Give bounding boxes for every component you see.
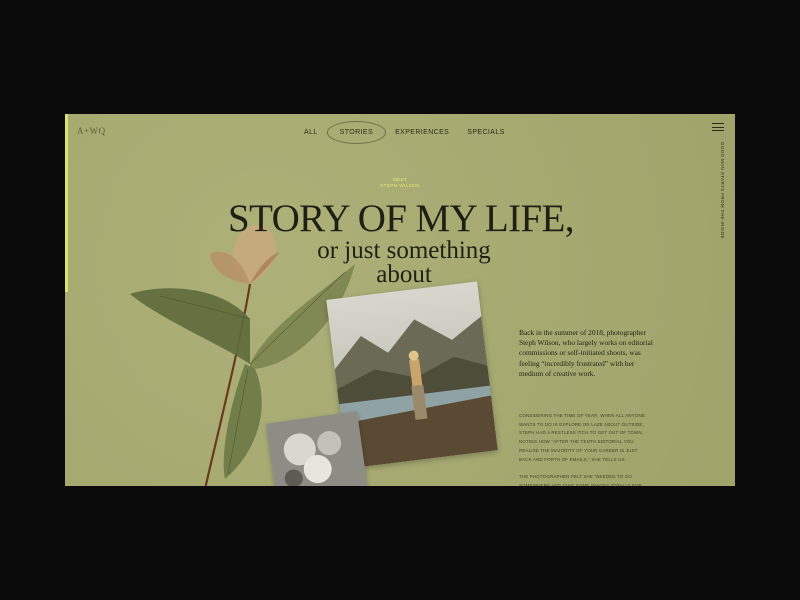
nav-item-specials[interactable]: SPECIALS <box>458 122 513 143</box>
nav-item-stories[interactable]: STORIES <box>326 121 387 144</box>
accent-bar <box>65 114 68 292</box>
main-nav: ALL STORIES EXPERIENCES SPECIALS <box>295 121 514 144</box>
hero-kicker: MEET STEPH WILSON <box>355 178 445 190</box>
nav-item-experiences[interactable]: EXPERIENCES <box>386 122 458 143</box>
hamburger-menu-icon[interactable] <box>712 123 724 132</box>
kicker-name: STEPH WILSON <box>380 184 420 189</box>
hero-subtitle-line1: or just something <box>317 237 491 264</box>
secondary-photo-flowers <box>265 410 369 486</box>
hero-subtitle: or just something about <box>309 237 499 288</box>
brand-logo[interactable]: A+WQ <box>77 126 106 136</box>
article-intro: Back in the summer of 2018, photographer… <box>519 328 653 378</box>
article-paragraph-2: The photographer felt she “needed to go … <box>519 474 642 486</box>
vertical-tagline: GOOD MAN STARTS FROM THE INSIDE <box>720 142 725 239</box>
hero-title: STORY OF MY LIFE, <box>228 197 575 240</box>
article-paragraph-1: Considering the time of year, when all a… <box>519 413 645 462</box>
page-frame: A+WQ ALL STORIES EXPERIENCES SPECIALS GO… <box>65 114 735 486</box>
hero-subtitle-line2: about <box>376 261 432 288</box>
nav-item-all[interactable]: ALL <box>295 122 327 143</box>
